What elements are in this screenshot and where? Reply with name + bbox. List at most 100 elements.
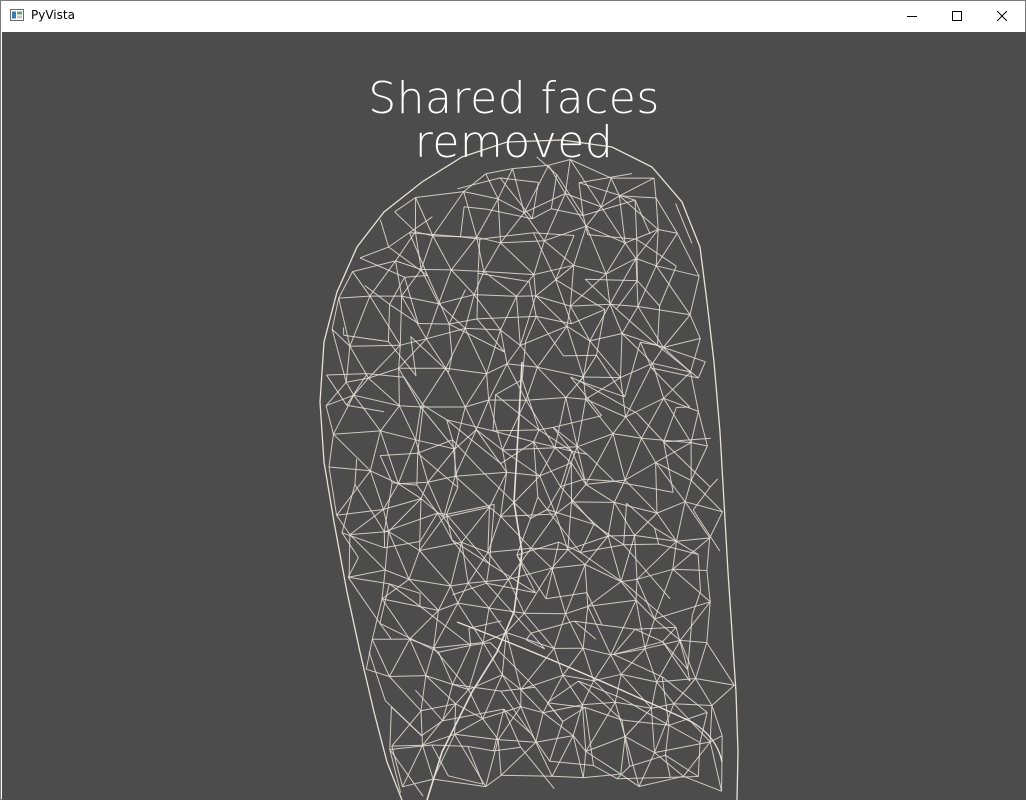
- mesh-edge: [552, 775, 584, 779]
- mesh-edge: [389, 675, 426, 677]
- mesh-edge: [391, 744, 423, 747]
- mesh-edge: [379, 219, 390, 248]
- minimize-icon: [907, 16, 917, 17]
- mesh-edge: [608, 534, 635, 537]
- minimize-button[interactable]: [889, 1, 935, 31]
- mesh-edge: [653, 178, 657, 198]
- mesh-edge: [567, 501, 572, 550]
- mesh-edge: [438, 303, 466, 329]
- mesh-edge: [634, 199, 651, 235]
- mesh-edge: [562, 647, 584, 676]
- mesh-edge: [655, 197, 659, 230]
- mesh-edge: [537, 366, 584, 378]
- mesh-edge: [414, 231, 422, 270]
- mesh-edge: [468, 642, 484, 690]
- mesh-edge: [475, 429, 508, 473]
- mesh-edge: [662, 314, 691, 348]
- title-bar[interactable]: PyVista: [1, 1, 1025, 31]
- mesh-edge: [620, 535, 636, 582]
- mesh-edge: [387, 304, 391, 342]
- mesh-edge: [500, 475, 541, 517]
- mesh-edge: [689, 276, 700, 315]
- mesh-edge: [565, 605, 588, 615]
- mesh-edge: [400, 338, 427, 346]
- mesh-edge: [338, 295, 370, 299]
- mesh-edge: [577, 433, 614, 448]
- mesh-edge: [697, 411, 708, 447]
- mesh-edge: [454, 703, 457, 735]
- mesh-edge: [621, 306, 639, 334]
- mesh-edge: [341, 484, 356, 533]
- mesh-edge: [695, 642, 708, 679]
- mesh-edge: [379, 622, 439, 653]
- mesh-edge: [706, 642, 735, 686]
- mesh-edge: [531, 208, 552, 220]
- mesh-edge: [612, 433, 626, 481]
- mesh-edge: [587, 234, 637, 240]
- mesh-edge: [535, 742, 553, 777]
- mesh-edge: [535, 712, 544, 743]
- mesh-edge: [609, 303, 639, 307]
- mesh-edge: [415, 197, 434, 237]
- maximize-button[interactable]: [934, 1, 980, 31]
- mesh-edge: [676, 537, 710, 542]
- mesh-edge: [654, 527, 699, 555]
- mesh-edge: [635, 257, 657, 267]
- mesh-edge: [369, 430, 381, 471]
- mesh-edge: [551, 549, 569, 569]
- window-title: PyVista: [31, 8, 75, 22]
- mesh-edge: [397, 439, 417, 484]
- mesh-edge: [425, 647, 435, 676]
- mesh-edge: [663, 397, 699, 412]
- mesh-edge: [520, 746, 555, 790]
- mesh-edge: [345, 346, 351, 383]
- mesh-edge: [655, 462, 658, 514]
- mesh-edge: [497, 739, 502, 776]
- mesh-edge: [408, 578, 451, 587]
- mesh-edge: [689, 314, 701, 339]
- mesh-edge: [623, 503, 628, 545]
- mesh-edge: [521, 341, 527, 380]
- mesh-edge: [684, 480, 692, 502]
- mesh-edge: [445, 328, 466, 369]
- mesh-edge: [709, 705, 713, 742]
- mesh-edge: [410, 336, 449, 373]
- mesh-edge: [578, 680, 621, 699]
- mesh-edge: [530, 620, 575, 634]
- mesh-edge: [657, 344, 706, 363]
- mesh-edge: [474, 294, 517, 297]
- mesh-edge: [654, 703, 675, 753]
- mesh-edge: [455, 471, 507, 477]
- mesh-edge: [638, 752, 655, 787]
- mesh-edge: [389, 583, 421, 607]
- mesh-edge: [570, 303, 610, 307]
- mesh-edge: [655, 442, 692, 463]
- mesh-edge: [709, 511, 723, 539]
- close-button[interactable]: [979, 1, 1025, 31]
- mesh-edge: [394, 197, 416, 213]
- mesh-edge: [345, 381, 355, 396]
- close-icon: [997, 11, 1007, 21]
- mesh-edge: [389, 706, 392, 750]
- mesh-edge: [619, 195, 659, 230]
- mesh-edge: [553, 613, 566, 649]
- mesh-edge: [690, 445, 708, 481]
- mesh-edge: [546, 509, 581, 553]
- mesh-edge: [573, 225, 587, 266]
- mesh-edge: [448, 289, 466, 325]
- mesh-edge: [585, 707, 623, 721]
- mesh-edge: [425, 303, 440, 339]
- mesh-edge: [589, 333, 623, 342]
- mesh-edge: [536, 315, 572, 325]
- mesh-edge: [554, 397, 567, 448]
- mesh-edge: [571, 501, 615, 503]
- mesh-edge: [691, 591, 701, 616]
- mesh-edge: [637, 280, 660, 307]
- viewport-title-line-1: Shared faces: [368, 73, 660, 124]
- render-viewport[interactable]: Shared faces removed: [2, 32, 1026, 800]
- mesh-edge: [381, 598, 439, 611]
- mesh-edge: [560, 451, 573, 487]
- mesh-edge: [555, 235, 575, 280]
- mesh-edge: [637, 306, 691, 316]
- mesh-edge: [487, 516, 502, 553]
